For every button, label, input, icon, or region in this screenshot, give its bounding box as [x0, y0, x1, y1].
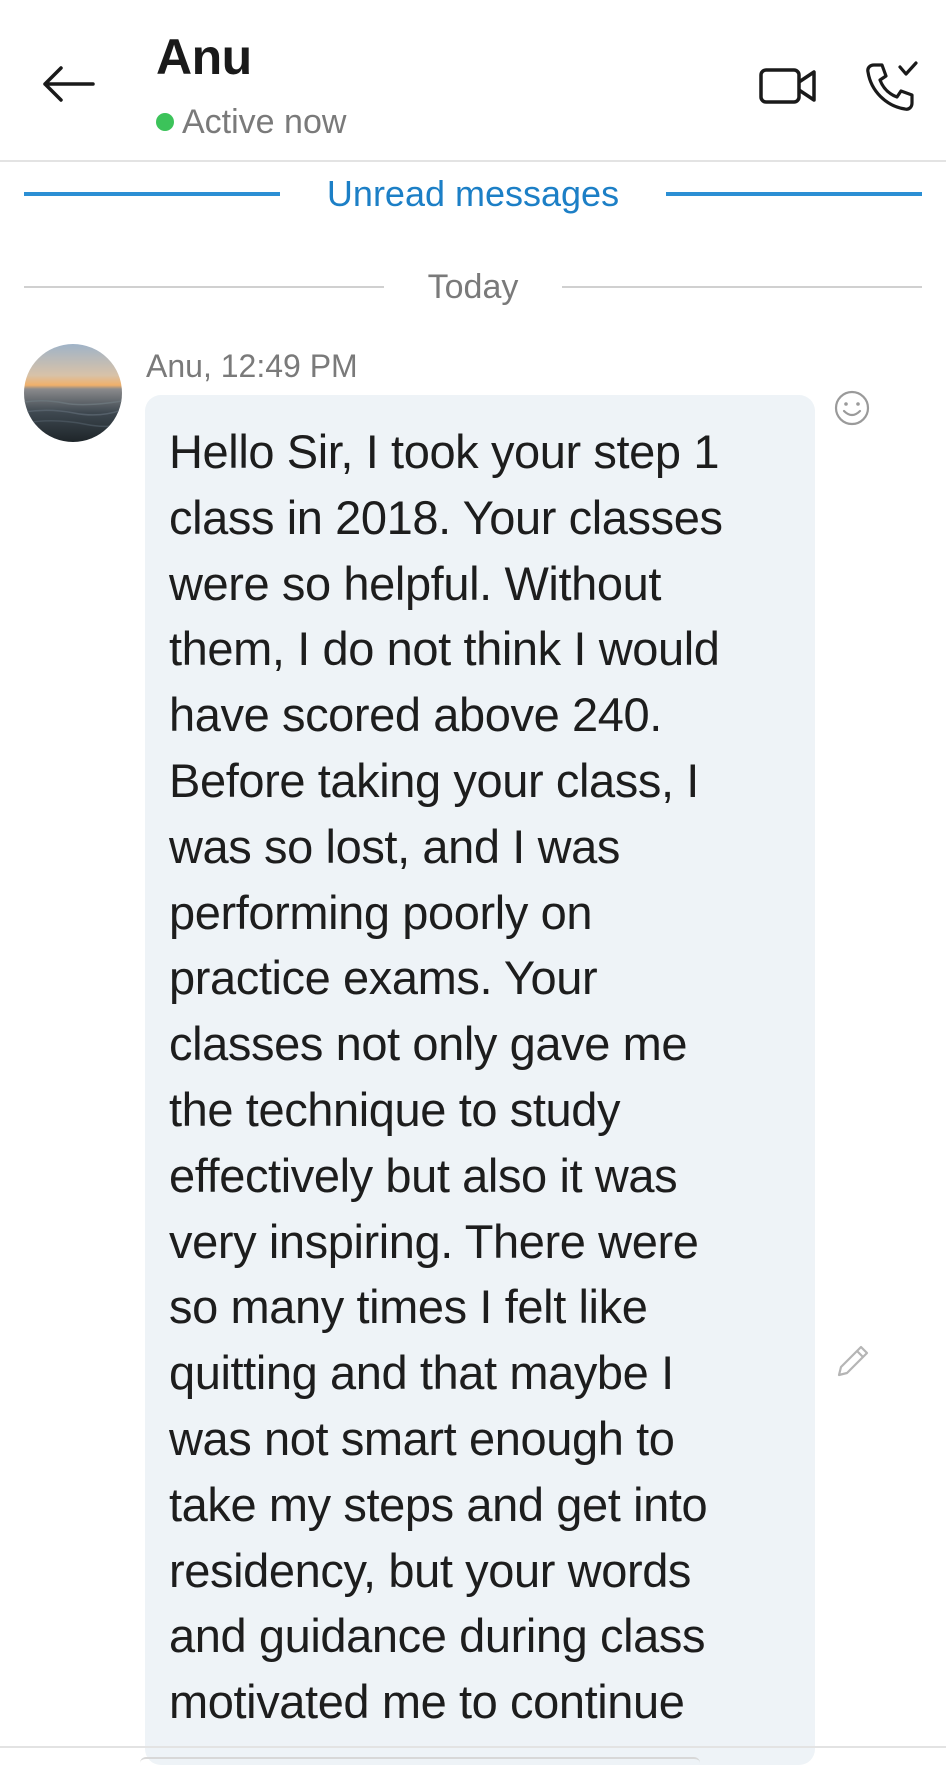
divider-line [561, 286, 922, 288]
arrow-left-icon [43, 66, 95, 102]
divider-line [24, 192, 280, 196]
unread-messages-label: Unread messages [326, 173, 620, 214]
date-label: Today [427, 267, 519, 306]
divider-line [24, 286, 384, 288]
presence-status: Active now [156, 100, 346, 144]
video-call-button[interactable] [758, 64, 818, 108]
edit-button[interactable] [832, 1340, 874, 1382]
unread-divider: Unread messages [24, 168, 922, 220]
react-button[interactable] [832, 388, 872, 428]
contact-name[interactable]: Anu [156, 28, 252, 86]
message-sender-time: Anu, 12:49 PM [146, 348, 358, 384]
back-button[interactable] [38, 60, 98, 108]
date-divider: Today [24, 262, 922, 312]
online-dot-icon [156, 113, 174, 131]
avatar[interactable] [24, 344, 122, 442]
avatar-image [24, 344, 122, 442]
pencil-icon [837, 1345, 869, 1377]
smiley-icon [834, 390, 870, 426]
status-text: Active now [182, 102, 347, 141]
video-call-icon [759, 68, 816, 104]
message-text: Hello Sir, I took your step 1 class in 2… [169, 425, 723, 1729]
divider-line [666, 192, 922, 196]
message-bubble[interactable]: Hello Sir, I took your step 1 class in 2… [145, 395, 815, 1765]
chat-header: Anu Active now [0, 0, 946, 162]
audio-call-button[interactable] [860, 58, 920, 116]
composer-input-edge [140, 1757, 700, 1763]
composer-divider [0, 1746, 946, 1748]
phone-call-icon [866, 61, 918, 111]
